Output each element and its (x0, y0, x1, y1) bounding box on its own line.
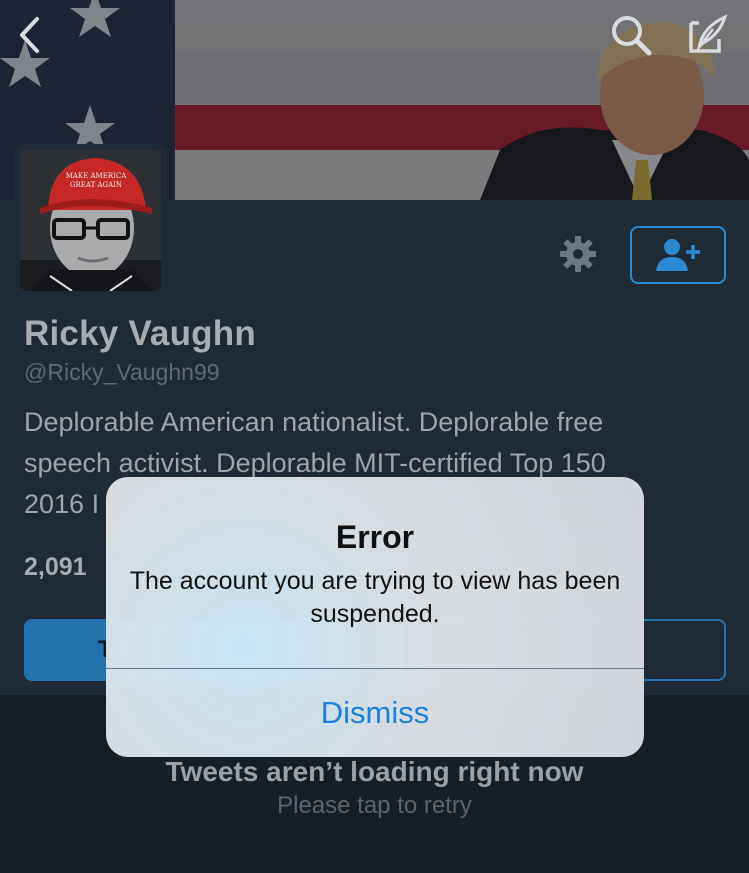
avatar-image: MAKE AMERICA GREAT AGAIN (20, 150, 161, 291)
search-icon (612, 16, 652, 56)
timeline-error-title: Tweets aren’t loading right now (165, 756, 584, 787)
follow-button[interactable] (630, 226, 726, 284)
dismiss-button[interactable]: Dismiss (106, 669, 644, 757)
error-alert-dialog: Error The account you are trying to view… (106, 477, 644, 757)
retry-link[interactable]: Please tap to retry (0, 792, 749, 820)
chevron-left-icon (20, 17, 39, 53)
compose-button[interactable] (680, 10, 734, 60)
gear-icon (560, 236, 596, 272)
add-user-icon (656, 239, 700, 271)
avatar[interactable]: MAKE AMERICA GREAT AGAIN (14, 144, 167, 297)
profile-name: Ricky Vaughn (24, 314, 256, 353)
back-button[interactable] (4, 10, 54, 60)
compose-tweet-icon (689, 14, 728, 53)
search-button[interactable] (604, 10, 658, 60)
bio-line: Deplorable American nationalist. Deplora… (24, 407, 604, 437)
following-count[interactable]: 2,091 (24, 553, 87, 582)
alert-title: Error (335, 519, 415, 555)
settings-button[interactable] (556, 232, 600, 276)
alert-message: The account you are trying to view has b… (129, 567, 621, 628)
svg-text:GREAT AGAIN: GREAT AGAIN (70, 181, 122, 189)
svg-text:MAKE AMERICA: MAKE AMERICA (66, 172, 128, 180)
profile-handle: @Ricky_Vaughn99 (24, 359, 220, 385)
